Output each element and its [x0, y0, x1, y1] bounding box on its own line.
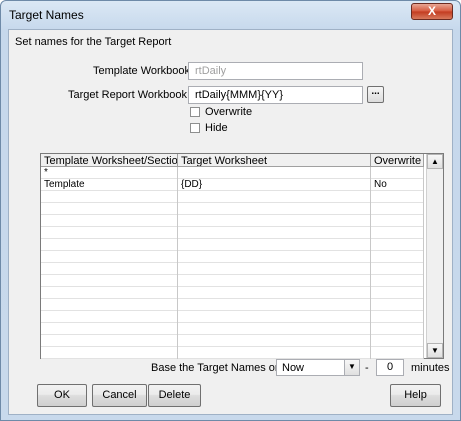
grid-cell[interactable] [178, 203, 371, 215]
grid-cell[interactable] [178, 263, 371, 275]
chevron-down-icon[interactable]: ▼ [344, 360, 359, 375]
ok-button[interactable]: OK [37, 384, 87, 407]
dash-label: - [365, 362, 369, 374]
grid-cell[interactable]: * [41, 167, 178, 179]
grid-cell[interactable]: No [371, 179, 424, 191]
base-names-select[interactable]: Now ▼ [276, 359, 360, 376]
grid-cell[interactable] [178, 227, 371, 239]
grid-cell[interactable] [178, 275, 371, 287]
help-button[interactable]: Help [390, 384, 441, 407]
delete-button[interactable]: Delete [148, 384, 201, 407]
target-workbook-field[interactable]: rtDaily{MMM}{YY} [188, 86, 363, 104]
grid-cell[interactable] [371, 299, 424, 311]
grid-cell[interactable] [371, 287, 424, 299]
grid-cell[interactable] [371, 335, 424, 347]
grid-cell[interactable] [41, 251, 178, 263]
table-row[interactable] [41, 215, 424, 227]
grid-cell[interactable]: Template [41, 179, 178, 191]
scroll-down-icon[interactable]: ▼ [427, 343, 443, 358]
grid-cell[interactable] [178, 311, 371, 323]
minutes-label: minutes [411, 362, 450, 374]
table-row[interactable] [41, 347, 424, 359]
grid-cell[interactable] [41, 263, 178, 275]
table-row[interactable] [41, 251, 424, 263]
dialog-window: Target Names X Set names for the Target … [0, 0, 461, 421]
template-workbook-label: Template Workbook [93, 65, 191, 77]
close-button[interactable]: X [411, 3, 453, 20]
dialog-description: Set names for the Target Report [15, 36, 172, 48]
grid-cell[interactable] [178, 167, 371, 179]
grid-cell[interactable] [41, 191, 178, 203]
grid-cell[interactable] [371, 215, 424, 227]
grid-cell[interactable] [178, 239, 371, 251]
grid-cell[interactable] [371, 323, 424, 335]
table-row[interactable] [41, 191, 424, 203]
template-workbook-field[interactable]: rtDaily [188, 62, 363, 80]
grid-cell[interactable] [178, 299, 371, 311]
table-row[interactable] [41, 287, 424, 299]
grid-cell[interactable] [371, 227, 424, 239]
grid-cell[interactable] [178, 215, 371, 227]
column-header-overwrite[interactable]: Overwrite [371, 154, 424, 167]
grid-cell[interactable] [41, 323, 178, 335]
column-header-template-section[interactable]: Template Worksheet/Section [41, 154, 178, 167]
browse-button[interactable]: ... [367, 86, 384, 103]
table-row[interactable] [41, 203, 424, 215]
grid-cell[interactable] [41, 311, 178, 323]
table-row[interactable] [41, 275, 424, 287]
grid-cell[interactable] [178, 335, 371, 347]
table-row[interactable] [41, 323, 424, 335]
grid-cell[interactable] [371, 275, 424, 287]
grid-cell[interactable] [371, 203, 424, 215]
table-row[interactable] [41, 227, 424, 239]
hide-label: Hide [205, 122, 228, 134]
offset-minutes-input[interactable]: 0 [376, 359, 404, 376]
grid-cell[interactable] [371, 347, 424, 359]
grid-cell[interactable] [178, 287, 371, 299]
table-row[interactable] [41, 239, 424, 251]
overwrite-checkbox[interactable] [190, 107, 200, 117]
target-names-grid[interactable]: Template Worksheet/Section Target Worksh… [40, 153, 444, 359]
grid-cell[interactable] [371, 167, 424, 179]
table-row[interactable] [41, 311, 424, 323]
grid-cell[interactable] [41, 287, 178, 299]
grid-cell[interactable] [371, 311, 424, 323]
window-title: Target Names [9, 8, 84, 22]
grid-cell[interactable] [178, 191, 371, 203]
title-bar[interactable]: Target Names X [1, 1, 460, 27]
grid-cell[interactable]: {DD} [178, 179, 371, 191]
grid-cell[interactable] [41, 275, 178, 287]
grid-cell[interactable] [41, 203, 178, 215]
base-names-value: Now [282, 362, 305, 374]
table-row[interactable]: Template {DD} No [41, 179, 424, 191]
grid-cell[interactable] [41, 299, 178, 311]
grid-cell[interactable] [371, 239, 424, 251]
cancel-button[interactable]: Cancel [92, 384, 147, 407]
grid-cell[interactable] [41, 335, 178, 347]
table-row[interactable] [41, 263, 424, 275]
dialog-client-area: Set names for the Target Report Template… [8, 29, 453, 415]
scroll-up-icon[interactable]: ▲ [427, 154, 443, 169]
grid-cell[interactable] [371, 191, 424, 203]
grid-vertical-scrollbar[interactable]: ▲ ▼ [426, 154, 443, 358]
grid-cell[interactable] [178, 251, 371, 263]
grid-cell[interactable] [178, 347, 371, 359]
hide-checkbox[interactable] [190, 123, 200, 133]
table-row[interactable]: * [41, 167, 424, 179]
grid-cell[interactable] [41, 347, 178, 359]
close-icon: X [427, 4, 436, 18]
table-row[interactable] [41, 335, 424, 347]
grid-cell[interactable] [371, 251, 424, 263]
grid-cell[interactable] [41, 239, 178, 251]
grid-cell[interactable] [371, 263, 424, 275]
table-row[interactable] [41, 299, 424, 311]
overwrite-label: Overwrite [205, 106, 253, 118]
grid-cell[interactable] [41, 227, 178, 239]
base-names-label: Base the Target Names on [151, 362, 282, 374]
grid-cell[interactable] [178, 323, 371, 335]
target-workbook-label: Target Report Workbook [68, 89, 188, 101]
column-header-target-worksheet[interactable]: Target Worksheet [178, 154, 371, 167]
grid-cell[interactable] [41, 215, 178, 227]
